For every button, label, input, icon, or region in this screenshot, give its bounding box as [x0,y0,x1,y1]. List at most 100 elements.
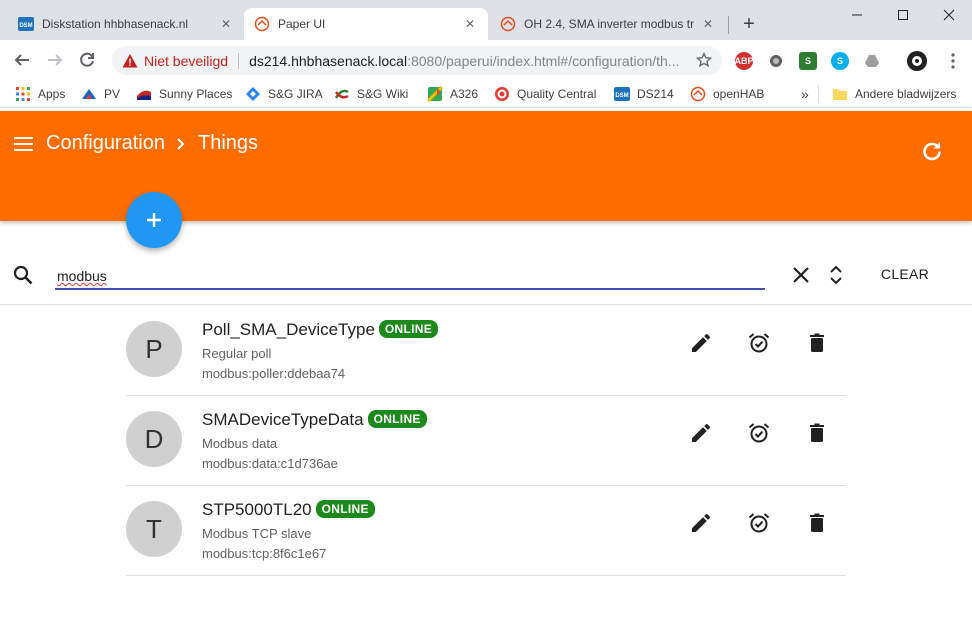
new-tab-button[interactable]: + [737,13,761,37]
address-separator [238,52,240,69]
hamburger-menu-icon[interactable] [13,133,35,155]
bookmark-label: openHAB [713,87,765,101]
bookmark-label: Quality Central [517,87,597,101]
clear-search-icon[interactable] [791,265,811,285]
tab-strip: DSM Diskstation hhbhasenack.nl ✕ Paper U… [0,0,972,40]
tab-title: Paper UI [278,17,326,31]
tab-title: Diskstation hhbhasenack.nl [42,17,189,31]
close-window-button[interactable] [926,0,972,30]
edit-pencil-icon[interactable] [689,511,713,535]
arrow-right-icon [48,54,63,66]
url-path: :8080/paperui/index.html#/configuration/… [407,52,680,69]
bookmark-sg-wiki[interactable]: S&G Wiki [334,85,408,103]
skype-extension-icon[interactable]: S [831,52,849,70]
list-item[interactable]: T STP5000TL20 ONLINE Modbus TCP slave mod… [126,486,846,576]
maximize-button[interactable] [880,0,926,30]
close-icon [943,9,955,21]
alarm-clock-icon[interactable] [747,331,771,355]
forward-button[interactable] [43,48,67,72]
thing-description: Modbus data [202,436,278,451]
tab-title: OH 2.4, SMA inverter modbus tro [524,17,694,31]
close-icon[interactable]: ✕ [462,16,478,32]
list-item[interactable]: P Poll_SMA_DeviceType ONLINE Regular poll… [126,306,846,396]
reload-icon [80,52,94,67]
thing-name[interactable]: SMADeviceTypeData [202,410,364,429]
adblock-extension-icon[interactable]: ABP [735,52,754,70]
delete-trash-icon[interactable] [805,331,829,355]
folder-icon [832,86,848,102]
tab-paper-ui[interactable]: Paper UI ✕ [244,8,488,40]
bookmark-star-icon[interactable] [696,52,712,68]
tab-separator [728,16,729,34]
pv-icon [81,86,97,102]
bookmark-label: Sunny Places [159,87,233,101]
extension-s-icon[interactable]: S [799,52,817,70]
alarm-clock-icon[interactable] [747,511,771,535]
arrow-left-icon [14,54,29,66]
tab-oh-sma[interactable]: OH 2.4, SMA inverter modbus tro ✕ [490,8,726,40]
bookmark-label: S&G Wiki [357,87,409,101]
avatar: D [126,411,182,467]
search-divider [0,304,972,305]
reload-button[interactable] [75,48,99,72]
refresh-icon[interactable] [920,139,944,163]
thing-name-row: Poll_SMA_DeviceType ONLINE [202,320,439,340]
tab-diskstation[interactable]: DSM Diskstation hhbhasenack.nl ✕ [8,8,244,40]
bookmark-other[interactable]: Andere bladwijzers [832,85,956,103]
thing-description: Modbus TCP slave [202,526,312,541]
apps-grid-icon [15,86,31,102]
sort-icon[interactable] [827,263,845,287]
minimize-icon [852,14,862,16]
address-bar[interactable]: Niet beveiligd ds214.hhbhasenack.local :… [112,46,722,75]
bookmarks-separator [818,85,819,103]
thing-uid: modbus:poller:ddebaa74 [202,366,346,381]
openhab-icon [254,16,270,32]
thing-name[interactable]: STP5000TL20 [202,500,312,519]
status-badge: ONLINE [367,410,427,428]
edit-pencil-icon[interactable] [689,331,713,355]
add-thing-button[interactable] [126,192,182,248]
bookmarks-bar: Apps PV Sunny Places S&G JIRA S&G Wiki A… [0,80,972,108]
alarm-clock-icon[interactable] [747,421,771,445]
thing-name-row: SMADeviceTypeData ONLINE [202,410,427,430]
svg-text:DSM: DSM [19,23,32,29]
bookmark-pv[interactable]: PV [81,85,120,103]
list-item[interactable]: D SMADeviceTypeData ONLINE Modbus data mo… [126,396,846,486]
delete-trash-icon[interactable] [805,511,829,535]
close-icon[interactable]: ✕ [218,16,234,32]
chevron-right-icon [177,138,185,150]
delete-trash-icon[interactable] [805,421,829,445]
jira-icon [245,86,261,102]
quality-central-icon [494,86,510,102]
search-input[interactable] [55,262,765,290]
openhab-icon [690,86,706,102]
security-status[interactable]: Niet beveiligd [144,53,228,69]
clear-button[interactable]: CLEAR [870,262,940,286]
sunny-places-icon [136,86,152,102]
bookmarks-overflow-button[interactable]: » [801,85,809,103]
breadcrumb-configuration[interactable]: Configuration [46,132,165,155]
thing-name-row: STP5000TL20 ONLINE [202,500,375,520]
back-button[interactable] [10,48,34,72]
bookmark-openhab[interactable]: openHAB [690,85,764,103]
bookmark-sg-jira[interactable]: S&G JIRA [245,85,323,103]
bookmark-quality-central[interactable]: Quality Central [494,85,596,103]
extension-circle-icon[interactable] [767,52,785,70]
bookmark-label: A326 [450,87,479,101]
bookmark-apps[interactable]: Apps [15,85,65,103]
bookmark-label: DS214 [637,87,674,101]
bookmark-a326[interactable]: A326 [427,85,478,103]
bookmark-sunny-places[interactable]: Sunny Places [136,85,232,103]
thing-name[interactable]: Poll_SMA_DeviceType [202,320,375,339]
warning-icon [122,53,138,69]
drive-extension-icon[interactable] [863,52,881,70]
profile-avatar[interactable] [907,51,927,71]
browser-toolbar: Niet beveiligd ds214.hhbhasenack.local :… [0,40,972,80]
search-icon [13,265,33,285]
openhab-icon [500,16,516,32]
menu-dots-icon[interactable] [944,52,962,70]
bookmark-ds214[interactable]: DSM DS214 [614,85,674,103]
minimize-button[interactable] [834,0,880,30]
close-icon[interactable]: ✕ [700,16,716,32]
edit-pencil-icon[interactable] [689,421,713,445]
